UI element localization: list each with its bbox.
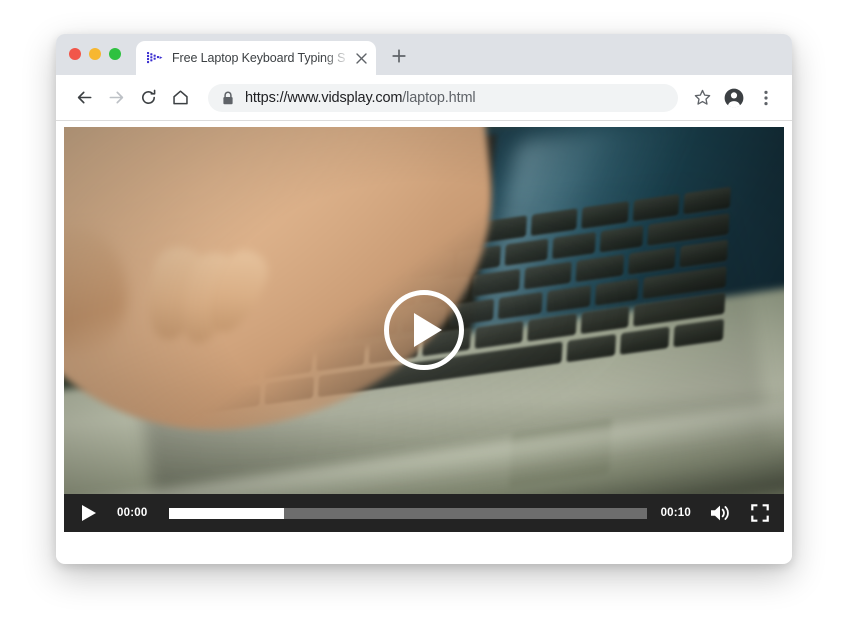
new-tab-button[interactable] xyxy=(386,43,412,69)
forward-button[interactable] xyxy=(102,84,130,112)
tab-title: Free Laptop Keyboard Typing S xyxy=(172,51,346,65)
home-button[interactable] xyxy=(166,84,194,112)
url-path: /laptop.html xyxy=(402,89,476,106)
forward-arrow-icon xyxy=(109,91,123,104)
address-bar[interactable]: https://www.vidsplay.com/laptop.html xyxy=(208,83,678,112)
plus-icon xyxy=(392,49,406,63)
page-content: 00:00 00:10 xyxy=(56,121,792,562)
play-circle-icon xyxy=(414,312,442,347)
fullscreen-icon xyxy=(751,504,769,522)
video-play-dots-icon xyxy=(147,51,163,63)
volume-high-icon xyxy=(711,505,729,521)
url-text: https://www.vidsplay.com/laptop.html xyxy=(245,90,475,106)
url-host: https://www.vidsplay.com xyxy=(245,89,403,106)
video-control-bar: 00:00 00:10 xyxy=(64,494,784,532)
progress-fill xyxy=(169,507,284,519)
window-minimize-button[interactable] xyxy=(89,48,101,60)
video-player[interactable]: 00:00 00:10 xyxy=(64,127,784,532)
bookmark-button[interactable] xyxy=(688,84,716,112)
volume-button[interactable] xyxy=(709,503,733,523)
lock-icon xyxy=(223,91,233,104)
three-dot-menu-icon xyxy=(764,90,768,105)
fullscreen-button[interactable] xyxy=(750,503,770,523)
tab-close-button[interactable] xyxy=(352,49,370,67)
window-controls xyxy=(69,48,121,60)
profile-button[interactable] xyxy=(720,84,748,112)
close-icon xyxy=(355,52,367,64)
browser-tab[interactable]: Free Laptop Keyboard Typing S xyxy=(136,41,376,75)
play-pause-button[interactable] xyxy=(82,505,96,521)
progress-scrubber[interactable] xyxy=(169,507,647,519)
duration-label: 00:10 xyxy=(660,507,691,519)
back-arrow-icon xyxy=(77,91,91,104)
tab-strip: Free Laptop Keyboard Typing S xyxy=(56,34,792,75)
browser-window: Free Laptop Keyboard Typing S https://ww… xyxy=(56,34,792,564)
window-maximize-button[interactable] xyxy=(109,48,121,60)
back-button[interactable] xyxy=(70,84,98,112)
reload-icon xyxy=(141,89,155,104)
browser-toolbar: https://www.vidsplay.com/laptop.html xyxy=(56,75,792,121)
current-time-label: 00:00 xyxy=(117,507,148,519)
play-icon xyxy=(82,505,96,521)
window-close-button[interactable] xyxy=(69,48,81,60)
star-icon xyxy=(694,89,710,105)
play-overlay-button[interactable] xyxy=(384,289,464,370)
home-icon xyxy=(172,90,188,105)
browser-menu-button[interactable] xyxy=(752,84,780,112)
account-icon xyxy=(724,88,744,107)
reload-button[interactable] xyxy=(134,84,162,112)
